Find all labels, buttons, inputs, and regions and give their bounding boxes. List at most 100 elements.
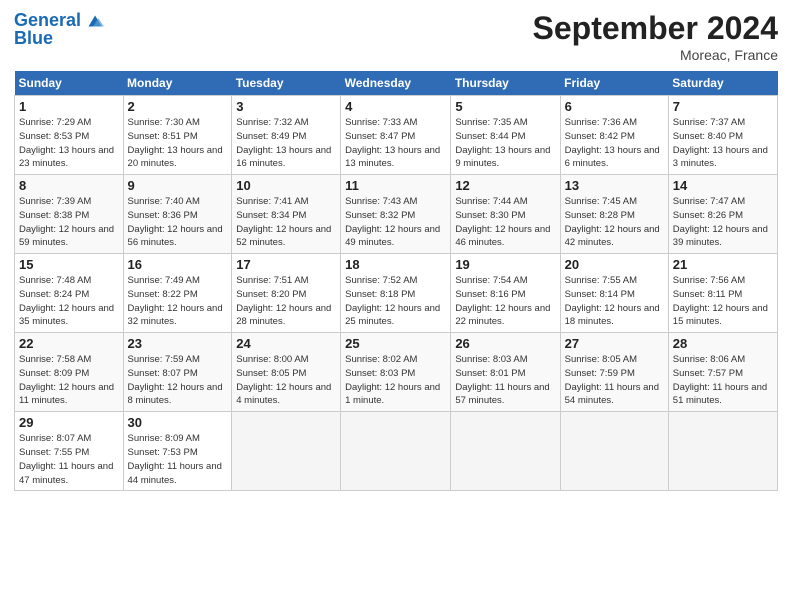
calendar-cell: 17 Sunrise: 7:51 AMSunset: 8:20 PMDayligh… [232,254,341,333]
day-number: 21 [673,257,773,272]
calendar-cell: 29 Sunrise: 8:07 AMSunset: 7:55 PMDayligh… [15,412,124,491]
calendar-cell: 18 Sunrise: 7:52 AMSunset: 8:18 PMDayligh… [341,254,451,333]
day-info: Sunrise: 7:33 AMSunset: 8:47 PMDaylight:… [345,116,446,171]
week-row-4: 22 Sunrise: 7:58 AMSunset: 8:09 PMDayligh… [15,333,778,412]
day-number: 26 [455,336,555,351]
day-info: Sunrise: 8:09 AMSunset: 7:53 PMDaylight:… [128,432,228,487]
day-info: Sunrise: 7:58 AMSunset: 8:09 PMDaylight:… [19,353,119,408]
calendar-cell: 27 Sunrise: 8:05 AMSunset: 7:59 PMDayligh… [560,333,668,412]
calendar-table: SundayMondayTuesdayWednesdayThursdayFrid… [14,71,778,491]
day-info: Sunrise: 7:44 AMSunset: 8:30 PMDaylight:… [455,195,555,250]
calendar-cell: 11 Sunrise: 7:43 AMSunset: 8:32 PMDayligh… [341,175,451,254]
calendar-cell [232,412,341,491]
day-number: 11 [345,178,446,193]
calendar-cell: 21 Sunrise: 7:56 AMSunset: 8:11 PMDayligh… [668,254,777,333]
calendar-cell: 25 Sunrise: 8:02 AMSunset: 8:03 PMDayligh… [341,333,451,412]
day-number: 6 [565,99,664,114]
day-info: Sunrise: 7:41 AMSunset: 8:34 PMDaylight:… [236,195,336,250]
calendar-cell: 8 Sunrise: 7:39 AMSunset: 8:38 PMDaylight… [15,175,124,254]
calendar-cell: 10 Sunrise: 7:41 AMSunset: 8:34 PMDayligh… [232,175,341,254]
day-info: Sunrise: 7:51 AMSunset: 8:20 PMDaylight:… [236,274,336,329]
logo-icon [83,10,105,32]
day-number: 16 [128,257,228,272]
col-header-wednesday: Wednesday [341,71,451,96]
calendar-cell: 4 Sunrise: 7:33 AMSunset: 8:47 PMDaylight… [341,96,451,175]
day-number: 18 [345,257,446,272]
calendar-cell: 6 Sunrise: 7:36 AMSunset: 8:42 PMDaylight… [560,96,668,175]
calendar-cell: 12Sunrise: 7:44 AMSunset: 8:30 PMDayligh… [451,175,560,254]
logo: General Blue [14,10,105,49]
day-info: Sunrise: 8:06 AMSunset: 7:57 PMDaylight:… [673,353,773,408]
day-number: 24 [236,336,336,351]
day-info: Sunrise: 8:05 AMSunset: 7:59 PMDaylight:… [565,353,664,408]
day-number: 29 [19,415,119,430]
col-header-friday: Friday [560,71,668,96]
day-number: 14 [673,178,773,193]
day-number: 10 [236,178,336,193]
col-header-monday: Monday [123,71,232,96]
day-number: 8 [19,178,119,193]
calendar-cell: 30 Sunrise: 8:09 AMSunset: 7:53 PMDayligh… [123,412,232,491]
day-info: Sunrise: 7:40 AMSunset: 8:36 PMDaylight:… [128,195,228,250]
calendar-cell: 5 Sunrise: 7:35 AMSunset: 8:44 PMDaylight… [451,96,560,175]
col-header-tuesday: Tuesday [232,71,341,96]
day-number: 17 [236,257,336,272]
day-number: 1 [19,99,119,114]
day-info: Sunrise: 7:35 AMSunset: 8:44 PMDaylight:… [455,116,555,171]
calendar-cell: 14 Sunrise: 7:47 AMSunset: 8:26 PMDayligh… [668,175,777,254]
calendar-cell: 13Sunrise: 7:45 AMSunset: 8:28 PMDayligh… [560,175,668,254]
day-info: Sunrise: 7:56 AMSunset: 8:11 PMDaylight:… [673,274,773,329]
calendar-cell: 26Sunrise: 8:03 AMSunset: 8:01 PMDayligh… [451,333,560,412]
day-info: Sunrise: 7:52 AMSunset: 8:18 PMDaylight:… [345,274,446,329]
day-info: Sunrise: 8:07 AMSunset: 7:55 PMDaylight:… [19,432,119,487]
calendar-cell: 16 Sunrise: 7:49 AMSunset: 8:22 PMDayligh… [123,254,232,333]
calendar-header-row: SundayMondayTuesdayWednesdayThursdayFrid… [15,71,778,96]
day-info: Sunrise: 7:59 AMSunset: 8:07 PMDaylight:… [128,353,228,408]
day-number: 22 [19,336,119,351]
day-info: Sunrise: 7:55 AMSunset: 8:14 PMDaylight:… [565,274,664,329]
day-number: 19 [455,257,555,272]
day-info: Sunrise: 7:47 AMSunset: 8:26 PMDaylight:… [673,195,773,250]
col-header-sunday: Sunday [15,71,124,96]
calendar-cell: 7 Sunrise: 7:37 AMSunset: 8:40 PMDaylight… [668,96,777,175]
day-number: 30 [128,415,228,430]
calendar-cell: 3 Sunrise: 7:32 AMSunset: 8:49 PMDaylight… [232,96,341,175]
day-number: 5 [455,99,555,114]
day-info: Sunrise: 7:30 AMSunset: 8:51 PMDaylight:… [128,116,228,171]
day-number: 7 [673,99,773,114]
week-row-1: 1 Sunrise: 7:29 AMSunset: 8:53 PMDaylight… [15,96,778,175]
day-info: Sunrise: 7:37 AMSunset: 8:40 PMDaylight:… [673,116,773,171]
calendar-cell [668,412,777,491]
day-info: Sunrise: 7:48 AMSunset: 8:24 PMDaylight:… [19,274,119,329]
day-info: Sunrise: 8:02 AMSunset: 8:03 PMDaylight:… [345,353,446,408]
location: Moreac, France [533,47,778,63]
day-info: Sunrise: 7:36 AMSunset: 8:42 PMDaylight:… [565,116,664,171]
day-info: Sunrise: 7:49 AMSunset: 8:22 PMDaylight:… [128,274,228,329]
calendar-cell: 9Sunrise: 7:40 AMSunset: 8:36 PMDaylight… [123,175,232,254]
week-row-3: 15Sunrise: 7:48 AMSunset: 8:24 PMDayligh… [15,254,778,333]
week-row-5: 29 Sunrise: 8:07 AMSunset: 7:55 PMDayligh… [15,412,778,491]
day-number: 3 [236,99,336,114]
day-number: 2 [128,99,228,114]
day-number: 23 [128,336,228,351]
day-number: 27 [565,336,664,351]
day-info: Sunrise: 7:39 AMSunset: 8:38 PMDaylight:… [19,195,119,250]
calendar-cell: 15Sunrise: 7:48 AMSunset: 8:24 PMDayligh… [15,254,124,333]
day-info: Sunrise: 8:00 AMSunset: 8:05 PMDaylight:… [236,353,336,408]
day-info: Sunrise: 7:43 AMSunset: 8:32 PMDaylight:… [345,195,446,250]
day-number: 4 [345,99,446,114]
day-info: Sunrise: 7:45 AMSunset: 8:28 PMDaylight:… [565,195,664,250]
col-header-saturday: Saturday [668,71,777,96]
calendar-cell [560,412,668,491]
calendar-cell: 24 Sunrise: 8:00 AMSunset: 8:05 PMDayligh… [232,333,341,412]
day-info: Sunrise: 7:29 AMSunset: 8:53 PMDaylight:… [19,116,119,171]
day-info: Sunrise: 7:32 AMSunset: 8:49 PMDaylight:… [236,116,336,171]
day-number: 28 [673,336,773,351]
day-number: 20 [565,257,664,272]
col-header-thursday: Thursday [451,71,560,96]
day-number: 25 [345,336,446,351]
calendar-cell: 20 Sunrise: 7:55 AMSunset: 8:14 PMDayligh… [560,254,668,333]
page-header: General Blue September 2024 Moreac, Fran… [14,10,778,63]
calendar-cell [451,412,560,491]
week-row-2: 8 Sunrise: 7:39 AMSunset: 8:38 PMDaylight… [15,175,778,254]
